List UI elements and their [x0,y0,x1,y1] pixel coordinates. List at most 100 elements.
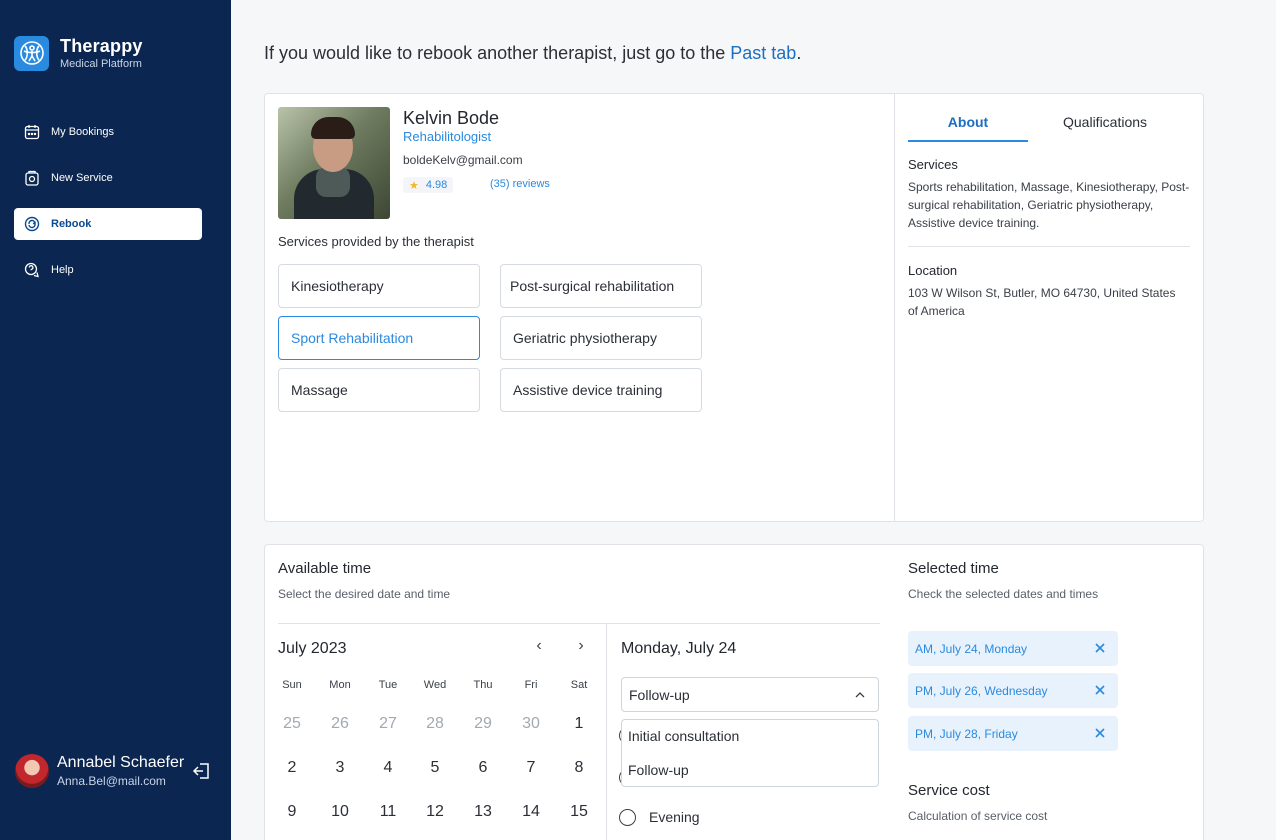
chip-label: AM, July 24, Monday [915,641,1028,656]
calendar-day[interactable]: 15 [555,798,603,826]
star-icon: ★ [409,179,419,192]
calendar-day[interactable]: 26 [316,710,364,738]
calendar-day[interactable]: 14 [507,798,555,826]
calendar-day[interactable]: 27 [364,710,412,738]
about-location-text: 103 W Wilson St, Butler, MO 64730, Unite… [908,286,1176,318]
chevron-up-icon [854,688,866,700]
selected-time-chip: PM, July 28, Friday [908,716,1118,751]
weekday-label: Tue [378,679,398,691]
calendar-day[interactable]: 12 [411,798,459,826]
sidebar-item-label: New Service [51,172,113,184]
brand[interactable]: Therappy Medical Platform [14,35,143,71]
sidebar-item-rebook[interactable]: Rebook [14,208,202,240]
services-heading: Services provided by the therapist [278,234,474,249]
service-sport-rehabilitation[interactable]: Sport Rehabilitation [278,316,480,360]
intro-end: . [796,43,802,63]
rating-badge: ★ 4.98 [403,177,454,193]
help-icon [23,261,41,279]
booking-card: Available time Select the desired date a… [264,544,1204,840]
selected-time-title: Selected time [908,560,999,577]
therapist-card: Kelvin Bode Rehabilitologist boldeKelv@g… [264,93,1204,522]
calendar-day[interactable]: 28 [411,710,459,738]
calendar-icon [23,123,41,141]
user-profile: Annabel Schaefer Anna.Bel@mail.com [15,753,220,789]
brand-title: Therappy [60,36,143,56]
rebook-icon [23,215,41,233]
calendar-day[interactable]: 9 [268,798,316,826]
appointment-type-select[interactable]: Follow-up [621,677,879,712]
calendar-day[interactable]: 29 [459,710,507,738]
service-kinesiotherapy[interactable]: Kinesiotherapy [278,264,480,308]
divider [908,246,1190,247]
about-location-heading: Location [908,263,958,278]
menu-item-initial-consultation[interactable]: Initial consultation [628,728,739,744]
past-tab-link[interactable]: Past tab [730,43,796,63]
weekday-label: Mon [329,679,351,691]
calendar-month: July 2023 [278,640,347,657]
active-tab-indicator [908,140,1028,142]
info-tabs: About Qualifications [908,114,1190,142]
calendar-day[interactable]: 6 [459,754,507,782]
selected-time-chip: AM, July 24, Monday [908,631,1118,666]
service-assistive-device-training[interactable]: Assistive device training [500,368,702,412]
brand-subtitle: Medical Platform [60,58,142,70]
about-services-text: Sports rehabilitation, Massage, Kinesiot… [908,180,1190,230]
weekday-label: Thu [473,679,493,691]
weekday-label: Sat [570,679,588,691]
selected-time-subtitle: Check the selected dates and times [908,587,1099,601]
reviews-link[interactable]: (35) reviews [490,178,550,190]
new-service-icon [23,169,41,187]
service-post-surgical-rehabilitation[interactable]: Post-surgical rehabilitation [500,264,702,308]
tab-about[interactable]: About [908,114,1028,130]
calendar-day[interactable]: 30 [507,710,555,738]
sidebar-item-new-service[interactable]: New Service [14,162,202,194]
calendar-day[interactable]: 2 [268,754,316,782]
evening-radio[interactable] [619,809,636,826]
chip-label: PM, July 28, Friday [915,726,1018,741]
service-cost-title: Service cost [908,782,990,799]
sidebar-item-label: My Bookings [51,126,114,138]
calendar-day[interactable]: 10 [316,798,364,826]
calendar-day[interactable]: 11 [364,798,412,826]
rebook-intro: If you would like to rebook another ther… [264,43,801,64]
logout-icon[interactable] [192,761,212,781]
select-value: Follow-up [629,686,690,703]
calendar-day[interactable]: 3 [316,754,364,782]
calendar-day[interactable]: 13 [459,798,507,826]
chevron-left-icon[interactable]: ‹ [530,637,548,659]
sidebar-item-help[interactable]: Help [14,254,202,286]
intro-text: If you would like to rebook another ther… [264,43,731,63]
calendar-day[interactable]: 7 [507,754,555,782]
avatar[interactable] [15,754,49,788]
chevron-right-icon[interactable]: › [572,637,590,659]
sidebar-item-my-bookings[interactable]: My Bookings [14,116,202,148]
calendar-day[interactable]: 1 [555,710,603,738]
user-email: Anna.Bel@mail.com [57,774,166,788]
user-name: Annabel Schaefer [57,754,185,771]
service-massage[interactable]: Massage [278,368,480,412]
weekday-label: Sun [282,679,302,691]
calendar-day[interactable]: 8 [555,754,603,782]
sidebar: Therappy Medical Platform My Bookings Ne… [0,0,231,840]
therapist-email: boldeKelv@gmail.com [403,153,523,167]
therapist-role: Rehabilitologist [403,129,492,144]
sidebar-item-label: Rebook [51,218,92,230]
therapist-name: Kelvin Bode [403,108,500,128]
available-time-title: Available time [278,560,372,577]
about-services-heading: Services [908,157,958,172]
calendar-day[interactable]: 25 [268,710,316,738]
tab-qualifications[interactable]: Qualifications [1063,114,1147,130]
evening-label: Evening [649,809,700,825]
service-geriatric-physiotherapy[interactable]: Geriatric physiotherapy [500,316,702,360]
close-icon[interactable] [1092,640,1108,656]
available-time-subtitle: Select the desired date and time [278,587,451,601]
close-icon[interactable] [1092,725,1108,741]
calendar-day[interactable]: 4 [364,754,412,782]
divider [606,624,607,840]
divider [278,623,880,624]
selected-time-chip: PM, July 26, Wednesday [908,673,1118,708]
calendar-day[interactable]: 5 [411,754,459,782]
menu-item-follow-up[interactable]: Follow-up [628,762,689,778]
close-icon[interactable] [1092,682,1108,698]
body-icon [14,35,49,71]
